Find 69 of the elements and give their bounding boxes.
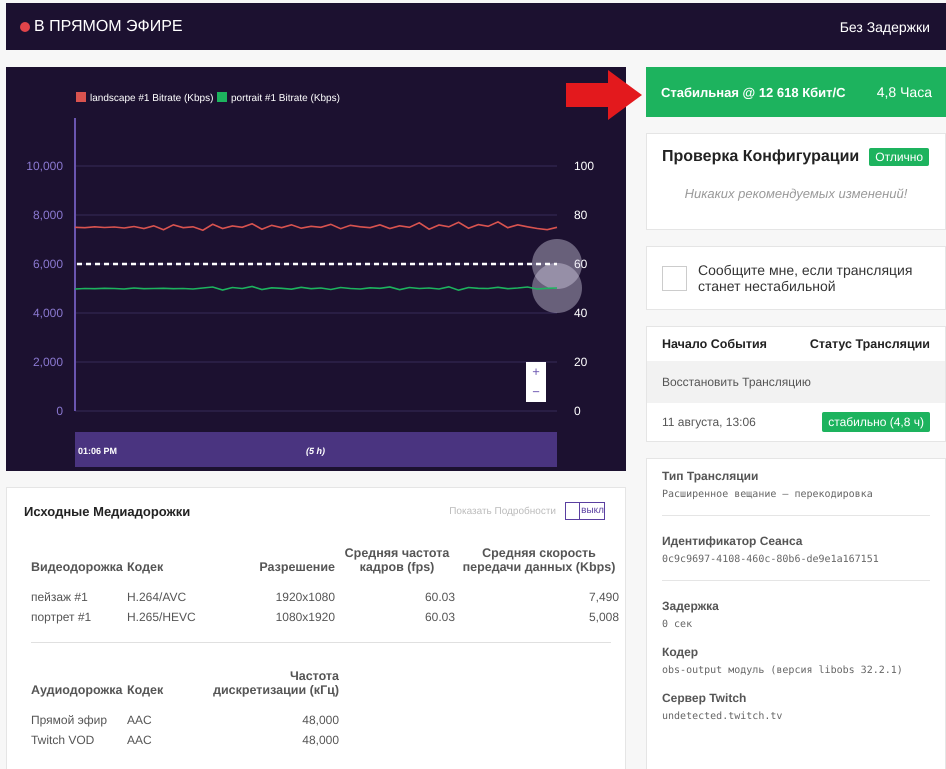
axis-tick-label: 4,000	[32, 306, 63, 320]
axis-tick-label: 40	[574, 306, 588, 320]
axis-tick-label: 20	[574, 355, 588, 369]
axis-tick-label: 100	[574, 159, 594, 173]
notify-label: Сообщите мне, если трансляция станет нестабильной	[698, 262, 914, 294]
timeline-span-label: (5 h)	[306, 446, 325, 456]
column-header: Кодек	[127, 683, 164, 697]
table-cell-text: 60.03	[424, 610, 455, 624]
axis-tick-label: 0	[574, 404, 581, 418]
table-cell-text: 48,000	[301, 713, 339, 727]
timeline-bar[interactable]	[75, 432, 557, 467]
status-badge: Отлично	[869, 148, 930, 166]
table-cell-text: 1080x1920	[274, 610, 335, 624]
info-label: Кодер	[662, 645, 700, 659]
info-label: Идентификатор Сеанса	[662, 534, 804, 548]
axis-tick-label: 2,000	[32, 355, 63, 369]
health-status: Стабильная @ 12 618 Кбит/С	[661, 84, 846, 100]
timeline-start-label: 01:06 PM	[78, 446, 118, 456]
column-header: Разрешение	[258, 560, 335, 574]
axis-tick-label: 6,000	[32, 257, 63, 271]
table-cell-text: портрет #1	[31, 610, 92, 624]
info-value: obs-output модуль (версия libobs 32.2.1)	[662, 665, 904, 676]
table-cell-text: AAC	[127, 733, 153, 747]
arrow-icon	[566, 70, 642, 120]
notify-checkbox[interactable]	[662, 266, 687, 290]
status-badge: стабильно (4,8 ч)	[822, 412, 930, 432]
table-cell-text: AAC	[127, 713, 153, 727]
restore-stream-row[interactable]: Восстановить Трансляцию	[647, 361, 945, 403]
live-label: В ПРЯМОМ ЭФИРЕ	[34, 18, 183, 36]
latency-mode: Без Задержки	[840, 18, 930, 34]
axis-tick-label: 10,000	[26, 159, 63, 173]
info-value: Расширенное вещание — перекодировка	[662, 489, 874, 500]
column-header: Средняя частота кадров (fps)	[344, 546, 450, 574]
table-cell-text: 5,008	[588, 610, 619, 624]
config-message: Никаких рекомендуемых изменений!	[684, 186, 908, 201]
table-cell-text: Прямой эфир	[31, 713, 108, 727]
legend-label: landscape #1 Bitrate (Kbps)	[90, 93, 214, 104]
toggle-label: Показать Подробности	[449, 506, 556, 516]
table-cell-text: Twitch VOD	[31, 733, 96, 747]
table-cell-text: 1920x1080	[274, 590, 335, 604]
info-label: Задержка	[662, 599, 720, 613]
table-cell-text: 7,490	[588, 590, 619, 604]
table-cell-text: пейзаж #1	[31, 590, 89, 604]
legend-label: portrait #1 Bitrate (Kbps)	[231, 93, 340, 104]
column-header: Частота дискретизации (кГц)	[212, 669, 339, 697]
info-value: 0 сек	[662, 619, 694, 630]
axis-tick-label: 0	[56, 404, 63, 418]
axis-tick-label: 60	[574, 257, 588, 271]
table-cell-text: H.265/HEVC	[127, 610, 197, 624]
table-cell-text: 60.03	[424, 590, 455, 604]
column-header: Начало События	[662, 337, 767, 351]
card-title: Проверка Конфигурации	[662, 148, 860, 166]
info-value: 0c9c9697-4108-460c-80b6-de9e1a167151	[662, 554, 880, 565]
column-header: Статус Трансляции	[810, 337, 930, 351]
info-label: Тип Трансляции	[662, 469, 760, 483]
column-header: Кодек	[127, 560, 164, 574]
axis-tick-label: 80	[574, 208, 588, 222]
table-cell-text: 48,000	[301, 733, 339, 747]
stream-duration: 4,8 Часа	[876, 84, 932, 100]
column-header: Средняя скорость передачи данных (Kbps)	[462, 546, 616, 574]
column-header: Видеодорожка	[31, 560, 123, 574]
info-value: undetected.twitch.tv	[662, 711, 784, 722]
event-time: 11 августа, 13:06	[662, 415, 756, 429]
panel-title: Исходные Медиадорожки	[24, 504, 190, 518]
table-cell-text: H.264/AVC	[127, 590, 188, 604]
column-header: Аудиодорожка	[31, 683, 123, 697]
axis-tick-label: 8,000	[32, 208, 63, 222]
info-label: Сервер Twitch	[662, 691, 748, 705]
details-toggle[interactable]: выкл	[565, 502, 605, 520]
